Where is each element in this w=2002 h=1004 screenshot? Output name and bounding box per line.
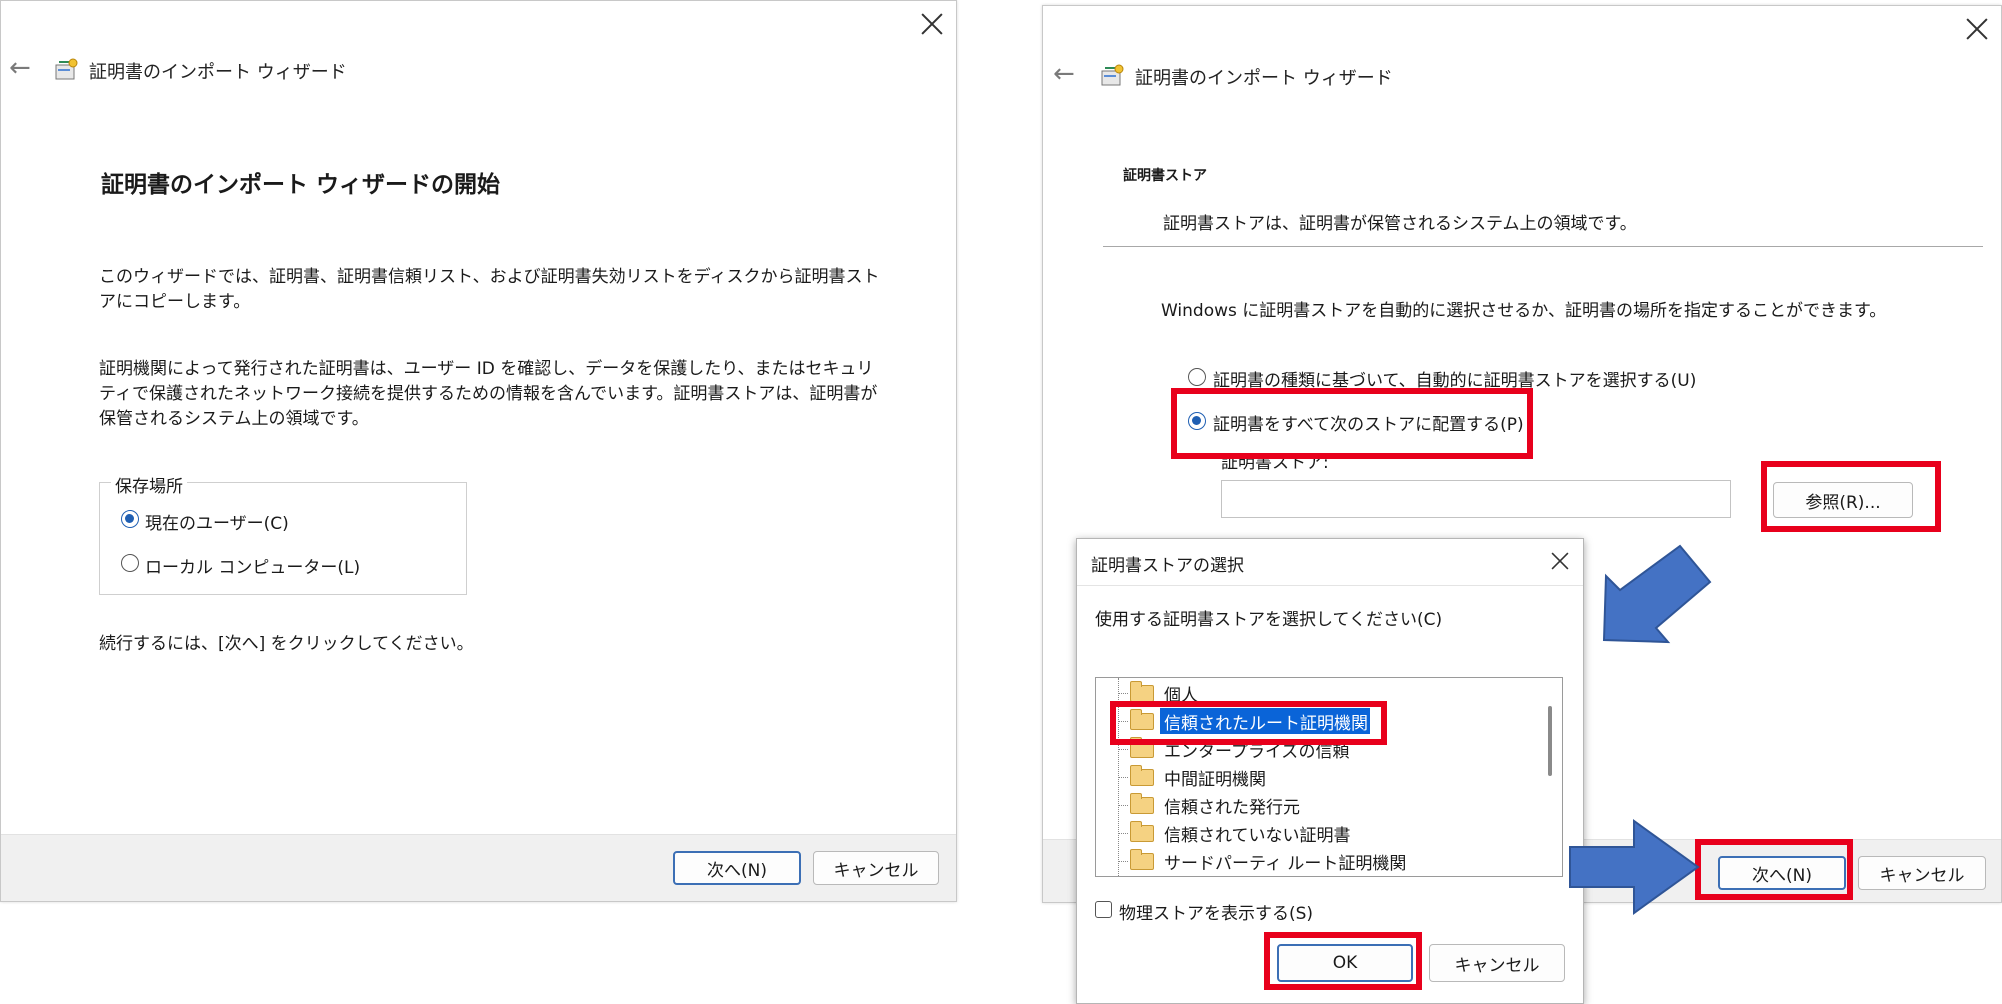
store-item-label: 信頼されていない証明書 xyxy=(1164,826,1351,846)
description-paragraph: 証明機関によって発行された証明書は、ユーザー ID を確認し、データを保護したり… xyxy=(99,359,878,429)
tree-branch xyxy=(1118,805,1128,806)
storage-location-group xyxy=(99,482,467,595)
header-divider xyxy=(1103,246,1983,247)
dialog-title: 証明書ストアの選択 xyxy=(1091,556,1244,576)
current-user-label[interactable]: 現在のユーザー(C) xyxy=(145,509,289,534)
next-button[interactable]: 次へ(N) xyxy=(673,851,801,885)
highlight-place-all-option xyxy=(1171,388,1533,459)
folder-icon xyxy=(1130,765,1154,786)
certificate-wizard-icon xyxy=(55,58,78,80)
store-item-label: サードパーティ ルート証明機関 xyxy=(1164,854,1407,874)
show-physical-checkbox[interactable] xyxy=(1095,901,1112,918)
cancel-button[interactable]: キャンセル xyxy=(813,851,939,885)
current-user-radio[interactable] xyxy=(121,510,139,528)
certificate-wizard-icon xyxy=(1101,64,1124,86)
local-machine-radio[interactable] xyxy=(121,554,139,572)
left-wizard-window: ← 証明書のインポート ウィザード 証明書のインポート ウィザードの開始 このウ… xyxy=(0,0,957,902)
folder-icon xyxy=(1130,849,1154,870)
close-icon[interactable] xyxy=(1964,16,1990,42)
highlight-next-button xyxy=(1695,839,1853,900)
tree-scrollbar[interactable] xyxy=(1548,706,1552,776)
folder-icon xyxy=(1130,821,1154,842)
folder-icon xyxy=(1130,681,1154,702)
blue-arrow-icon xyxy=(1569,819,1700,915)
cancel-button[interactable]: キャンセル xyxy=(1858,856,1986,890)
tree-branch xyxy=(1118,749,1128,750)
close-icon[interactable] xyxy=(919,11,945,37)
storage-group-label: 保存場所 xyxy=(111,472,187,497)
intro-paragraph: このウィザードでは、証明書、証明書信頼リスト、および証明書失効リストをディスクか… xyxy=(99,267,880,312)
page-heading: 証明書のインポート ウィザードの開始 xyxy=(101,172,501,198)
continue-instruction: 続行するには、[次へ] をクリックしてください。 xyxy=(99,634,474,654)
close-icon[interactable] xyxy=(1550,551,1571,572)
back-arrow-icon[interactable]: ← xyxy=(9,55,31,81)
window-title: 証明書のインポート ウィザード xyxy=(1135,68,1393,89)
back-arrow-icon[interactable]: ← xyxy=(1053,61,1075,87)
dialog-cancel-button[interactable]: キャンセル xyxy=(1429,944,1565,982)
store-field[interactable] xyxy=(1221,480,1731,518)
auto-select-radio[interactable] xyxy=(1188,368,1206,386)
tree-branch xyxy=(1118,833,1128,834)
left-wizard-footer: 次へ(N) キャンセル xyxy=(1,834,956,901)
dialog-title-divider xyxy=(1077,585,1583,586)
tree-branch xyxy=(1118,777,1128,778)
folder-icon xyxy=(1130,793,1154,814)
section-heading: 証明書ストア xyxy=(1123,168,1207,184)
instruction-text: Windows に証明書ストアを自動的に選択させるか、証明書の場所を指定すること… xyxy=(1161,301,1887,321)
highlight-trusted-root xyxy=(1110,701,1387,745)
highlight-ok-button xyxy=(1264,932,1422,990)
section-description: 証明書ストアは、証明書が保管されるシステム上の領域です。 xyxy=(1163,214,1637,234)
tree-branch xyxy=(1118,861,1128,862)
blue-arrow-icon xyxy=(1602,544,1712,644)
store-item-label: 中間証明機関 xyxy=(1164,770,1266,790)
show-physical-label[interactable]: 物理ストアを表示する(S) xyxy=(1119,899,1313,924)
store-item-label: 信頼された発行元 xyxy=(1164,798,1300,818)
highlight-browse-button xyxy=(1761,461,1941,532)
dialog-prompt: 使用する証明書ストアを選択してください(C) xyxy=(1095,610,1443,630)
tree-branch xyxy=(1118,693,1128,694)
window-title: 証明書のインポート ウィザード xyxy=(89,62,347,83)
local-machine-label[interactable]: ローカル コンピューター(L) xyxy=(145,553,360,578)
